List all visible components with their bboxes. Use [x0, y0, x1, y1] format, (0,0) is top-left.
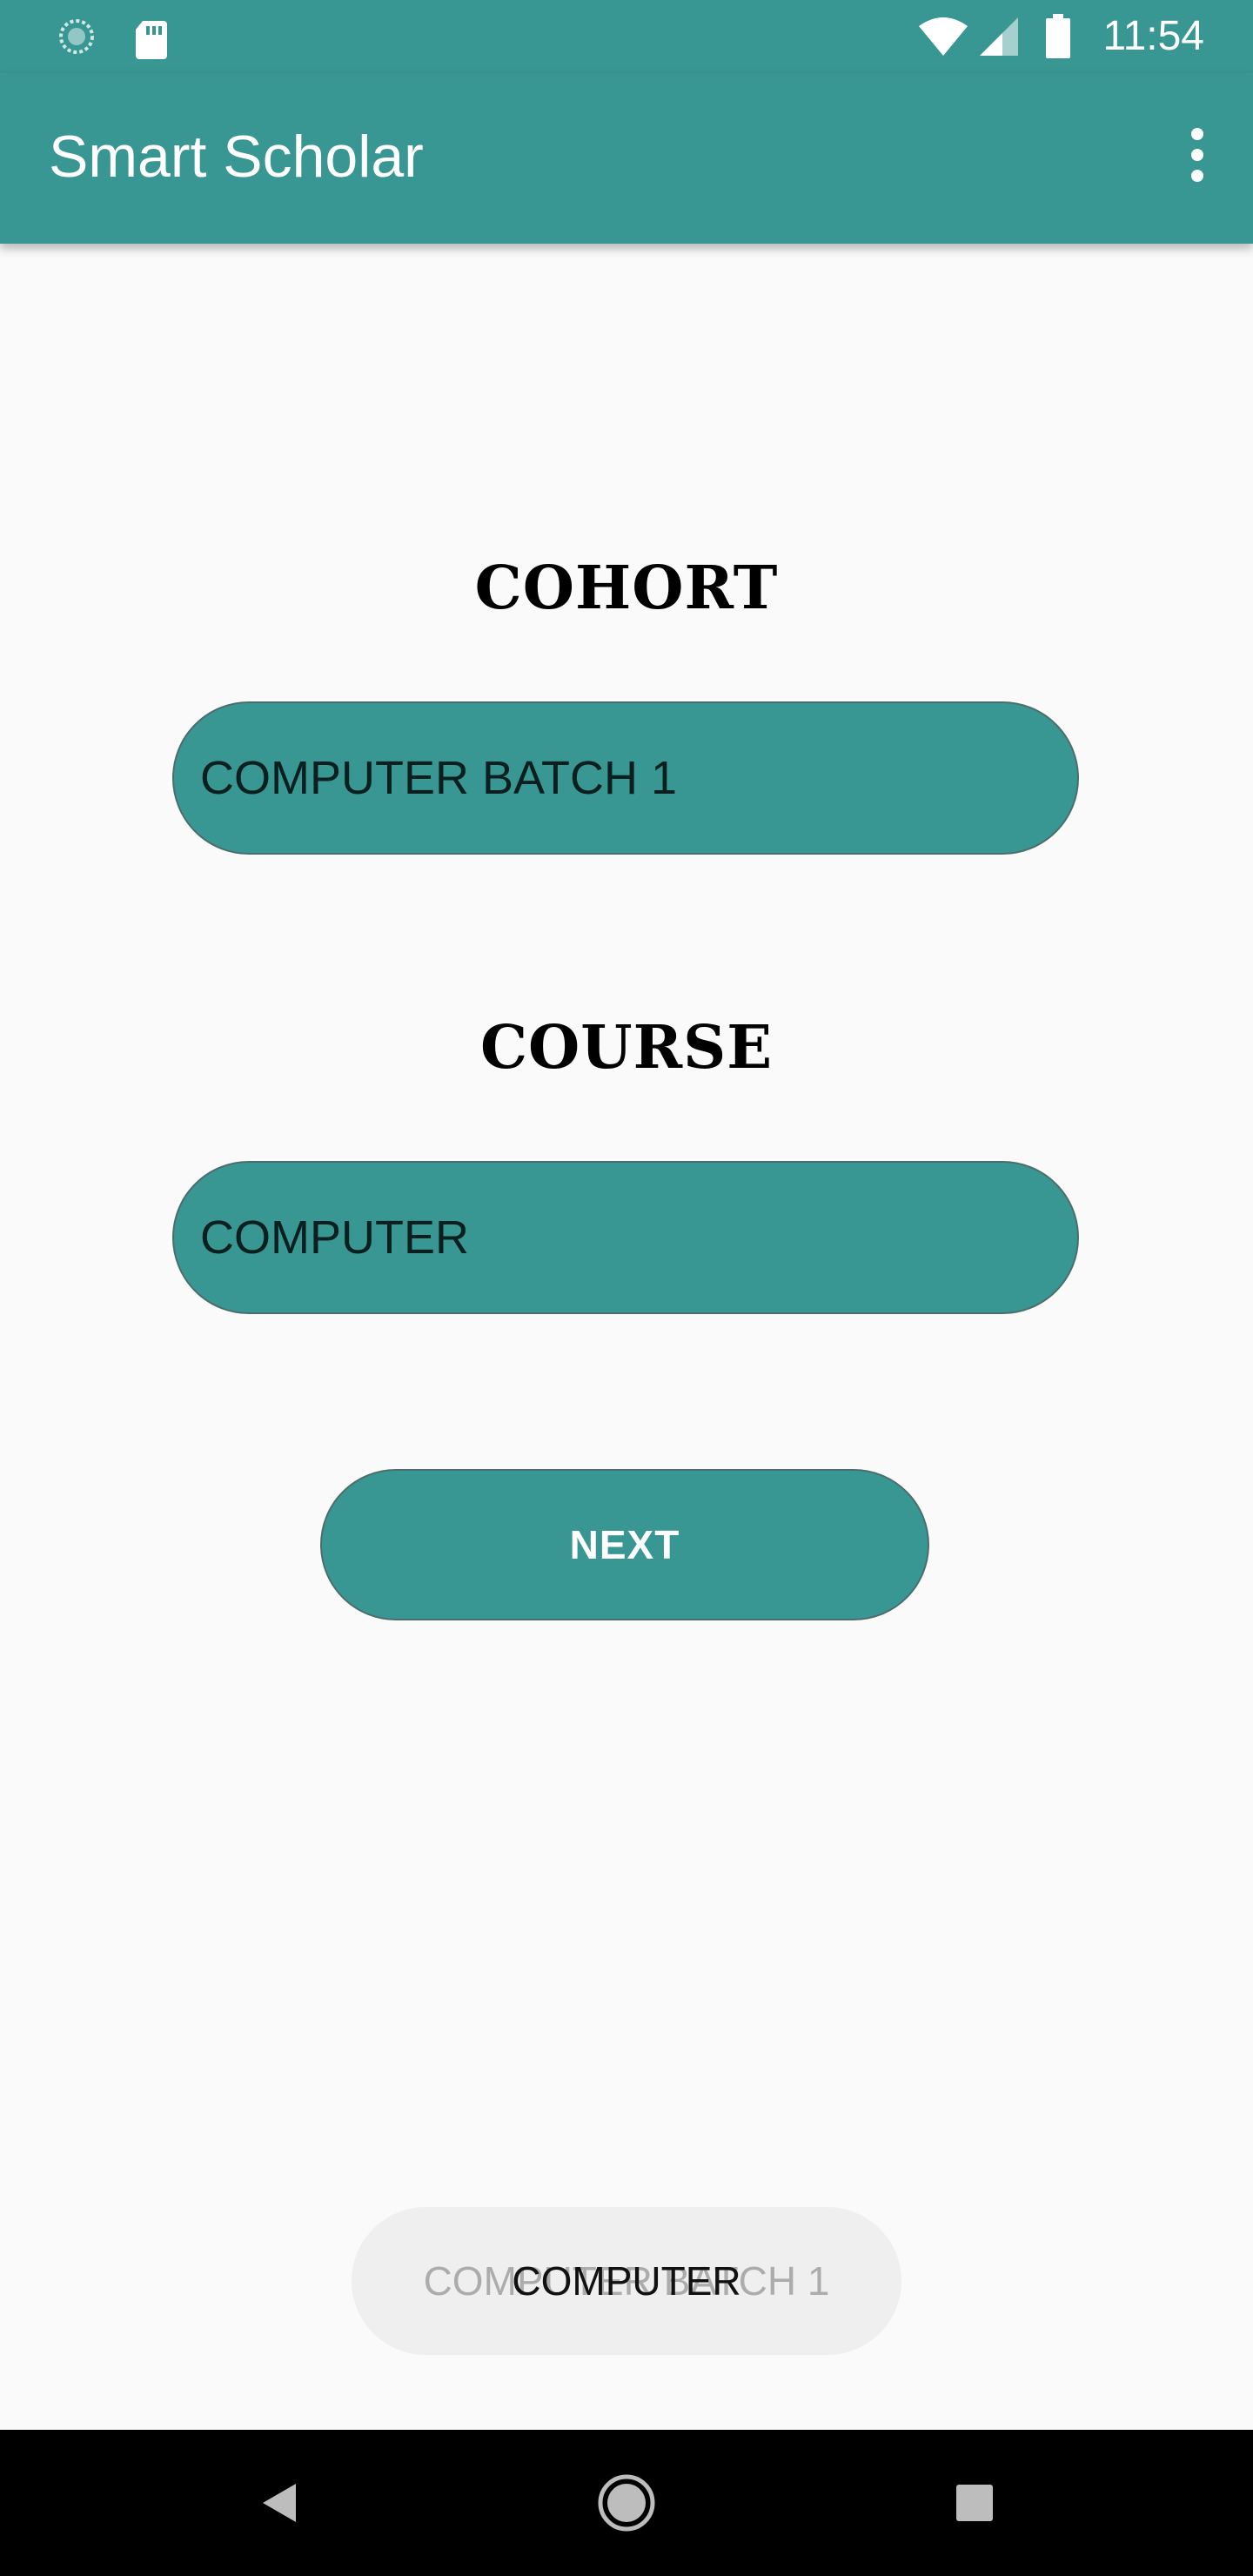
wifi-icon [917, 16, 969, 56]
course-spinner[interactable]: COMPUTER [172, 1161, 1079, 1314]
course-selected-value: COMPUTER [200, 1211, 469, 1264]
status-time: 11:54 [1102, 13, 1204, 59]
recents-button[interactable] [931, 2459, 1018, 2546]
sd-card-icon [134, 19, 176, 59]
screen: 11:54 Smart Scholar COHORT COMPUTER BATC… [0, 0, 1253, 2576]
navigation-bar [0, 2430, 1253, 2576]
app-bar: Smart Scholar [0, 73, 1253, 244]
home-icon [598, 2474, 655, 2532]
app-title: Smart Scholar [49, 124, 424, 190]
recents-icon [956, 2485, 993, 2521]
more-options-button[interactable] [1156, 113, 1239, 197]
cell-signal-icon [978, 16, 1020, 56]
home-button[interactable] [583, 2459, 670, 2546]
back-icon [263, 2484, 296, 2522]
more-vert-icon [1191, 128, 1203, 182]
next-button[interactable]: NEXT [320, 1469, 929, 1620]
course-heading: COURSE [479, 1013, 774, 1083]
toast-current-text: COMPUTER [512, 2258, 741, 2304]
sync-icon [56, 19, 97, 54]
back-button[interactable] [235, 2459, 322, 2546]
cohort-spinner[interactable]: COMPUTER BATCH 1 [172, 701, 1079, 855]
toast: COMPUTER BATCH 1 COMPUTER [352, 2207, 901, 2355]
cohort-selected-value: COMPUTER BATCH 1 [200, 752, 678, 804]
battery-icon [1044, 14, 1072, 58]
cohort-heading: COHORT [474, 553, 779, 623]
status-bar: 11:54 [0, 0, 1253, 73]
